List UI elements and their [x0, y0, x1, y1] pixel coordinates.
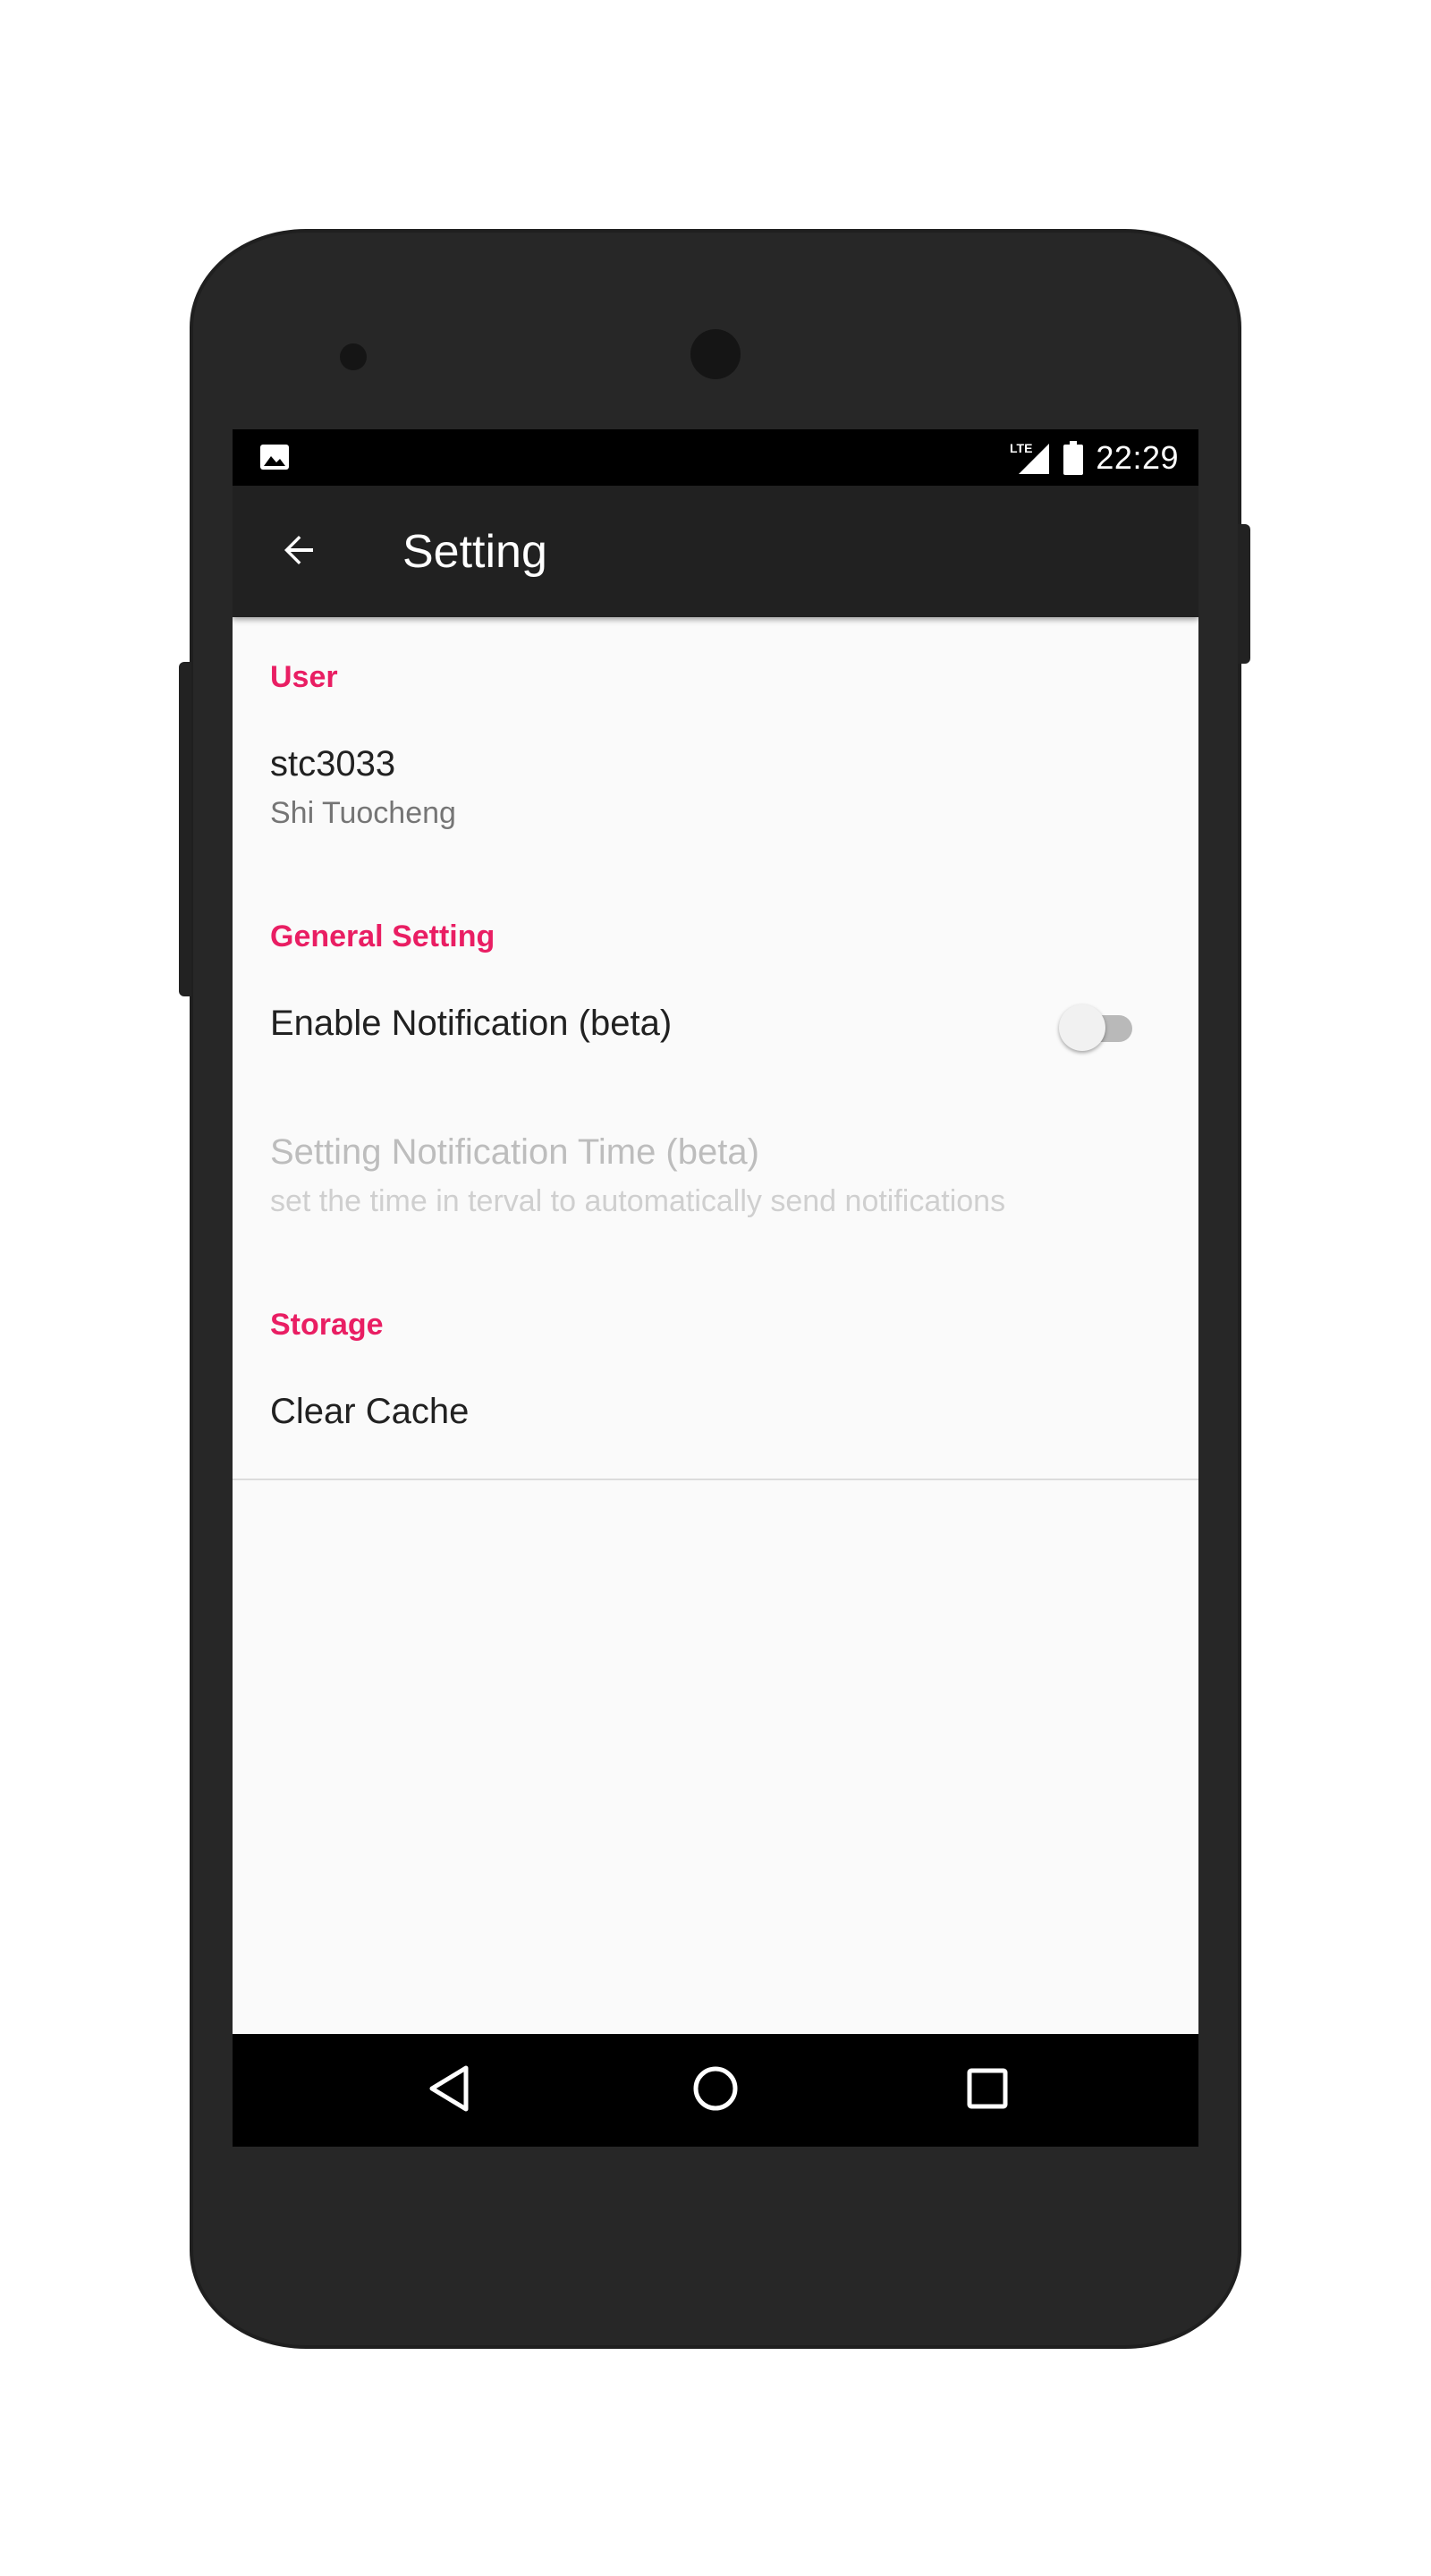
status-clock: 22:29: [1096, 438, 1179, 476]
nav-recents-button[interactable]: [952, 2055, 1023, 2126]
section-header-general: General Setting: [270, 919, 495, 953]
volume-button: [179, 662, 191, 996]
enable-notification-label: Enable Notification (beta): [270, 1004, 673, 1043]
back-button[interactable]: [268, 521, 329, 582]
toggle-thumb: [1059, 1004, 1105, 1051]
status-icons: LTE 22:29: [1010, 429, 1179, 486]
notification-toggle[interactable]: [1059, 1004, 1134, 1052]
clear-cache-label: Clear Cache: [270, 1392, 470, 1431]
screen: LTE 22:29 Setting User stc3033 Shi Tuoch…: [233, 429, 1198, 2147]
proximity-sensor: [340, 343, 367, 370]
arrow-back-icon: [277, 529, 320, 576]
section-header-user: User: [270, 660, 338, 694]
app-bar: Setting: [233, 486, 1198, 617]
notification-time-label: Setting Notification Time (beta): [270, 1132, 759, 1172]
front-camera: [690, 329, 741, 379]
full-name-label: Shi Tuocheng: [270, 796, 456, 830]
notification-time-summary: set the time in terval to automatically …: [270, 1184, 1006, 1218]
page-title: Setting: [402, 526, 547, 578]
status-bar: LTE 22:29: [233, 429, 1198, 486]
nav-back-icon: [427, 2064, 471, 2117]
list-divider: [233, 1479, 1198, 1480]
battery-icon: [1063, 440, 1084, 475]
image-notification-icon: [259, 444, 290, 470]
nav-home-button[interactable]: [680, 2055, 751, 2126]
lte-signal-icon: LTE: [1010, 440, 1051, 476]
nav-recents-icon: [967, 2068, 1008, 2114]
nav-home-icon: [692, 2065, 739, 2116]
nav-back-button[interactable]: [413, 2055, 485, 2126]
power-button: [1238, 524, 1250, 664]
navigation-bar: [233, 2034, 1198, 2147]
network-type-label: LTE: [1010, 441, 1032, 455]
section-header-storage: Storage: [270, 1308, 384, 1342]
username-label: stc3033: [270, 744, 396, 784]
